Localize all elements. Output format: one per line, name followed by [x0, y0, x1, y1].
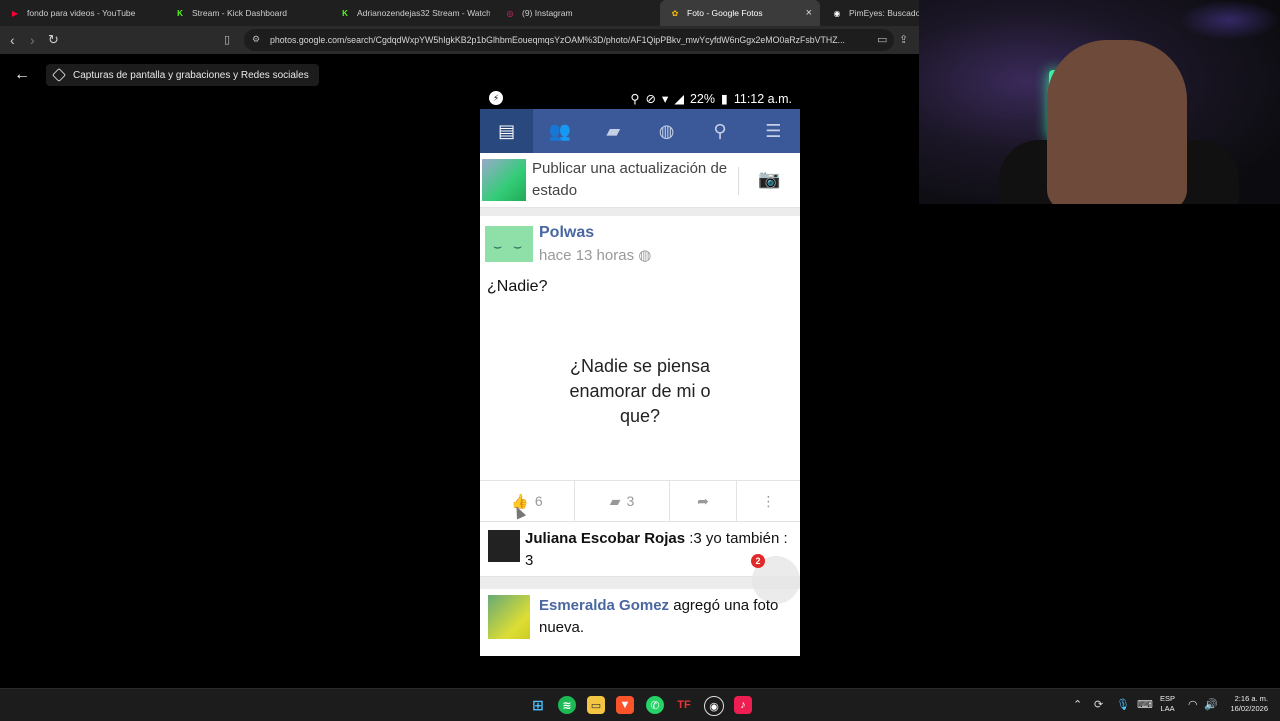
tf-app-icon[interactable]: TF — [675, 696, 693, 714]
tab-title: Adrianozendejas32 Stream - Watch L — [357, 8, 490, 18]
tab-title: Foto - Google Fotos — [687, 8, 763, 18]
webcam-overlay — [919, 0, 1280, 204]
wifi-icon: ▾ — [662, 92, 669, 106]
battery-percent: 22% — [689, 91, 715, 106]
avatar — [488, 595, 530, 639]
browser-tab[interactable]: ◎ (9) Instagram — [495, 0, 655, 26]
tab-favicon-icon: K — [342, 8, 348, 18]
spotify-icon[interactable]: ≋ — [558, 696, 576, 714]
browser-tab[interactable]: ✿ Foto - Google Fotos × — [660, 0, 820, 26]
avatar — [482, 159, 526, 201]
tab-favicon-icon: K — [177, 8, 183, 18]
system-clock[interactable]: 2:16 a. m. 16/02/2026 — [1224, 694, 1268, 714]
tab-favicon-icon: ✿ — [671, 8, 679, 18]
next-post-text: Esmeralda Gomez agregó una foto nueva. — [539, 597, 779, 636]
brave-browser-icon[interactable]: ▼ — [616, 696, 634, 714]
signal-icon: ◢ — [674, 92, 684, 106]
album-chip-label: Capturas de pantalla y grabaciones y Red… — [73, 69, 309, 81]
browser-tab-bar: ▶ fondo para videos - YouTube K Stream - Ki… — [0, 0, 920, 26]
input-language[interactable]: ESP LAA — [1160, 694, 1175, 714]
microphone-icon[interactable]: 🎙 — [1116, 698, 1130, 711]
browser-toolbar: ‹ › ↻ ▯ ⚙ photos.google.com/search/Cgdqd… — [0, 26, 920, 54]
tab-favicon-icon: ▶ — [11, 8, 19, 18]
close-tab-icon[interactable]: × — [806, 7, 812, 19]
globe-icon: ◍ — [638, 247, 652, 264]
battery-icon: ▮ — [720, 92, 728, 106]
next-post: Esmeralda Gomez agregó una foto nueva. — [480, 589, 800, 649]
post-author: Polwas — [539, 224, 595, 241]
chevron-up-icon[interactable]: ⌃ — [1073, 698, 1082, 711]
windows-taskbar: ⊞ ≋ ▭ ▼ ✆ TF ◉ ♪ ⌃ ⟳ 🎙 ⌨ ESP LAA ◠ 🔊 2:16… — [0, 688, 1280, 721]
friends-icon: 👥 — [548, 120, 572, 141]
browser-tab[interactable]: ◉ PimEyes: Buscador d — [822, 0, 921, 26]
browser-tab[interactable]: K Adrianozendejas32 Stream - Watch L — [330, 0, 490, 26]
tab-favicon-icon: ◎ — [506, 8, 514, 18]
album-chip[interactable]: Capturas de pantalla y grabaciones y Red… — [46, 64, 319, 86]
browser-tab[interactable]: K Stream - Kick Dashboard — [165, 0, 325, 26]
status-composer: Publicar una actualización de estado 📷 — [480, 153, 800, 208]
tiktok-icon[interactable]: ♪ — [734, 696, 752, 714]
reload-icon[interactable]: ↻ — [48, 32, 59, 48]
volume-icon[interactable]: 🔊 — [1204, 698, 1218, 711]
messages-icon: ▰ — [606, 120, 621, 141]
site-info-icon[interactable]: ⚙ — [252, 34, 260, 45]
sync-icon[interactable]: ⟳ — [1094, 698, 1103, 711]
comment-item: Juliana Escobar Rojas :3 yo también : 3 … — [480, 522, 800, 604]
menu-icon: ☰ — [765, 120, 782, 141]
more-icon: ⋮ — [761, 492, 776, 509]
tab-title: Stream - Kick Dashboard — [192, 8, 287, 18]
photo-viewer-image: ⚡ ⚲ ⊘ ▾ ◢ 22% ▮ 11:12 a.m. ▤ 👥 ▰ ◍ ⚲ ☰ P… — [480, 87, 800, 656]
avatar: ⌣ ⌣ — [485, 226, 533, 262]
windows-start-icon[interactable]: ⊞ — [529, 696, 547, 714]
browser-tab[interactable]: ▶ fondo para videos - YouTube — [0, 0, 160, 26]
whatsapp-icon[interactable]: ✆ — [646, 696, 664, 714]
divider — [480, 208, 800, 216]
phone-status-bar: ⚡ ⚲ ⊘ ▾ ◢ 22% ▮ 11:12 a.m. — [480, 87, 800, 109]
back-nav-icon[interactable]: ‹ — [10, 32, 15, 48]
obs-icon[interactable]: ◉ — [704, 696, 724, 716]
tab-title: PimEyes: Buscador d — [849, 8, 920, 18]
notification-badge: 2 — [751, 554, 765, 568]
globe-icon: ◍ — [658, 120, 675, 141]
comment-icon: ▰ — [609, 492, 621, 509]
tab-favicon-icon: ◉ — [833, 8, 841, 18]
back-arrow-icon[interactable]: ← — [14, 66, 30, 84]
bookmark-icon[interactable]: ▯ — [224, 33, 230, 46]
newsfeed-icon: ▤ — [480, 109, 534, 153]
tab-title: fondo para videos - YouTube — [27, 8, 136, 18]
post-time: hace 13 horas ◍ — [539, 247, 652, 264]
facebook-nav-bar: ▤ 👥 ▰ ◍ ⚲ ☰ — [480, 109, 800, 153]
address-bar[interactable]: ⚙ photos.google.com/search/CgdqdWxpYW5hI… — [244, 29, 894, 51]
file-explorer-icon[interactable]: ▭ — [587, 696, 605, 714]
url-text: photos.google.com/search/CgdqdWxpYW5hIgk… — [270, 35, 845, 45]
wifi-icon[interactable]: ◠ — [1188, 698, 1198, 711]
avatar — [488, 530, 520, 562]
dnd-icon: ⊘ — [645, 92, 657, 106]
post-header: ⌣ ⌣ Polwas hace 13 horas ◍ — [480, 216, 800, 272]
phone-clock: 11:12 a.m. — [733, 91, 792, 106]
composer-placeholder: Publicar una actualización de estado — [532, 160, 728, 199]
location-icon: ⚲ — [630, 92, 640, 106]
divider — [738, 167, 739, 195]
keyboard-icon[interactable]: ⌨ — [1137, 698, 1153, 711]
camera-icon: 📷 — [758, 169, 781, 189]
tab-title: (9) Instagram — [522, 8, 573, 18]
forward-nav-icon[interactable]: › — [30, 32, 35, 48]
share-icon: ➦ — [670, 481, 737, 521]
share-icon[interactable]: ⇪ — [899, 33, 908, 46]
post-text: ¿Nadie? — [487, 278, 548, 295]
post-actions: 👍 6 ▰ 3 ➦ ⋮ — [480, 480, 800, 522]
tag-icon — [51, 67, 67, 83]
post-image-text: ¿Nadie se piensa enamorar de mi o que? — [569, 355, 711, 426]
cast-icon[interactable]: ▭ — [877, 33, 887, 46]
messenger-icon: ⚡ — [489, 91, 503, 105]
search-icon: ⚲ — [713, 120, 727, 141]
like-count: 👍 6 — [480, 481, 575, 521]
comment-count: ▰ 3 — [575, 481, 670, 521]
